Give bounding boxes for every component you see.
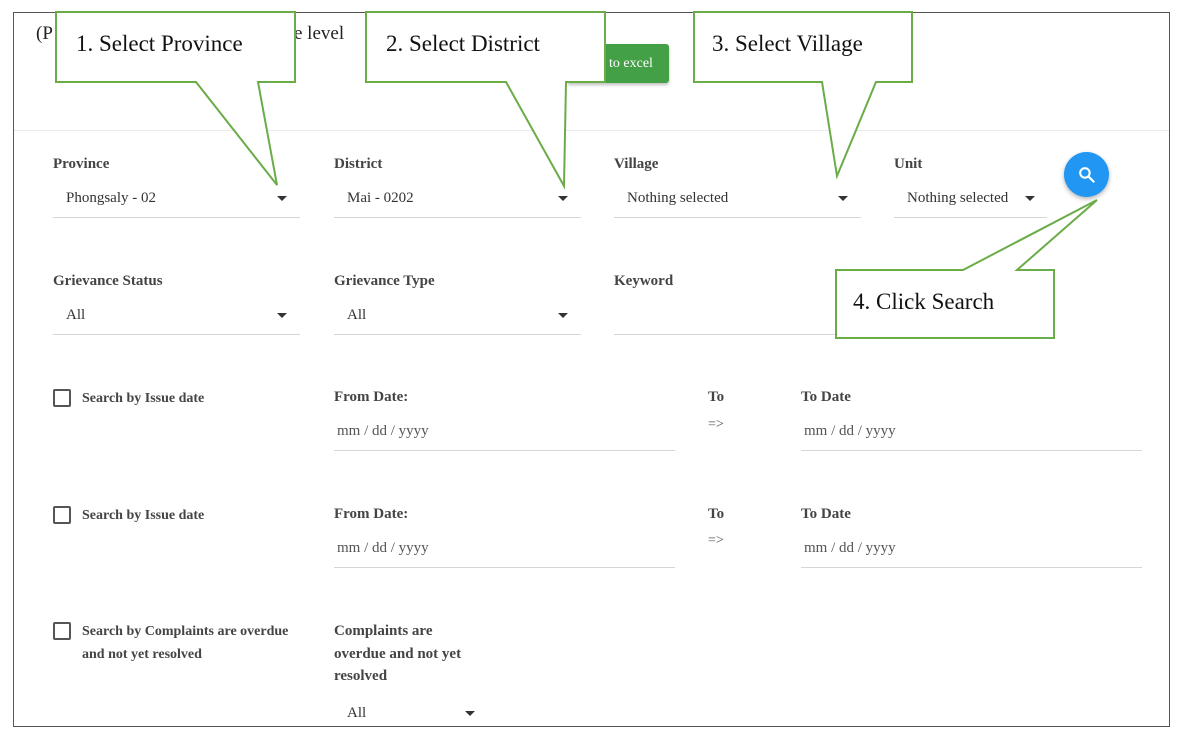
issue-date-checkbox-2[interactable] [53, 506, 71, 524]
caret-down-icon [558, 313, 568, 318]
unit-value: Nothing selected [907, 190, 1009, 206]
grievance-type-label: Grievance Type [334, 273, 435, 289]
overdue-select[interactable]: All [334, 693, 484, 726]
unit-label: Unit [894, 156, 923, 172]
to-date-placeholder-1: mm / dd / yyyy [804, 423, 896, 439]
to-date-input-2[interactable]: mm / dd / yyyy [801, 528, 1142, 568]
overdue-select-label-line1: Complaints are [334, 623, 433, 639]
issue-date-checkbox-label-2: Search by Issue date [82, 508, 205, 523]
from-date-placeholder-1: mm / dd / yyyy [337, 423, 429, 439]
overdue-select-label: Complaints are overdue and not yet resol… [334, 620, 461, 688]
range-arrow-2: => [708, 533, 724, 548]
from-date-label-1: From Date: [334, 389, 409, 405]
district-value: Mai - 0202 [347, 190, 414, 206]
caret-down-icon [838, 196, 848, 201]
overdue-checkbox-label-line2: and not yet resolved [82, 647, 202, 662]
callout-step4-text: 4. Click Search [853, 289, 995, 314]
issue-date-checkbox-1[interactable] [53, 389, 71, 407]
to-date-placeholder-2: mm / dd / yyyy [804, 540, 896, 556]
to-date-label-1: To Date [801, 389, 851, 405]
grievance-type-value: All [347, 307, 367, 323]
grievance-status-label: Grievance Status [53, 273, 163, 289]
callout-step3-text: 3. Select Village [712, 31, 863, 56]
search-button[interactable] [1064, 152, 1109, 197]
keyword-input[interactable] [614, 295, 854, 335]
caret-down-icon [1025, 196, 1035, 201]
partial-heading-left: (P [36, 23, 53, 44]
province-label: Province [53, 156, 110, 172]
overdue-select-label-line2: overdue and not yet [334, 645, 462, 662]
province-select[interactable]: Phongsaly - 02 [53, 178, 300, 218]
search-icon [1079, 167, 1095, 183]
issue-date-checkbox-label-1: Search by Issue date [82, 391, 205, 406]
caret-down-icon [558, 196, 568, 201]
caret-down-icon [465, 711, 475, 716]
province-value: Phongsaly - 02 [66, 190, 156, 206]
callout-step2-text: 2. Select District [386, 31, 540, 56]
export-excel-button[interactable]: to excel [567, 44, 669, 83]
to-date-input-1[interactable]: mm / dd / yyyy [801, 411, 1142, 451]
partial-heading-right: e level [294, 23, 345, 44]
caret-down-icon [277, 196, 287, 201]
unit-select[interactable]: Nothing selected [894, 178, 1047, 218]
grievance-status-select[interactable]: All [53, 295, 300, 335]
to-date-label-2: To Date [801, 506, 851, 522]
from-date-placeholder-2: mm / dd / yyyy [337, 540, 429, 556]
village-label: Village [614, 156, 659, 172]
from-date-input-2[interactable]: mm / dd / yyyy [334, 528, 675, 568]
caret-down-icon [277, 313, 287, 318]
grievance-type-select[interactable]: All [334, 295, 581, 335]
overdue-value: All [347, 705, 367, 721]
keyword-label: Keyword [614, 273, 674, 289]
to-label-2: To [708, 506, 725, 522]
overdue-checkbox-label-line1: Search by Complaints are overdue [82, 624, 289, 639]
form-panel: (P e level to excel Province Phongsaly -… [13, 12, 1170, 727]
grievance-status-value: All [66, 307, 86, 323]
village-select[interactable]: Nothing selected [614, 178, 861, 218]
export-excel-label: to excel [609, 56, 653, 71]
district-label: District [334, 156, 383, 172]
overdue-checkbox[interactable] [53, 622, 71, 640]
from-date-label-2: From Date: [334, 506, 409, 522]
to-label-1: To [708, 389, 725, 405]
range-arrow-1: => [708, 417, 724, 432]
village-value: Nothing selected [627, 190, 729, 206]
callout-step1-text: 1. Select Province [76, 31, 243, 56]
overdue-select-label-line3: resolved [334, 668, 388, 684]
district-select[interactable]: Mai - 0202 [334, 178, 581, 218]
from-date-input-1[interactable]: mm / dd / yyyy [334, 411, 675, 451]
overdue-checkbox-label: Search by Complaints are overdue and not… [82, 620, 288, 666]
